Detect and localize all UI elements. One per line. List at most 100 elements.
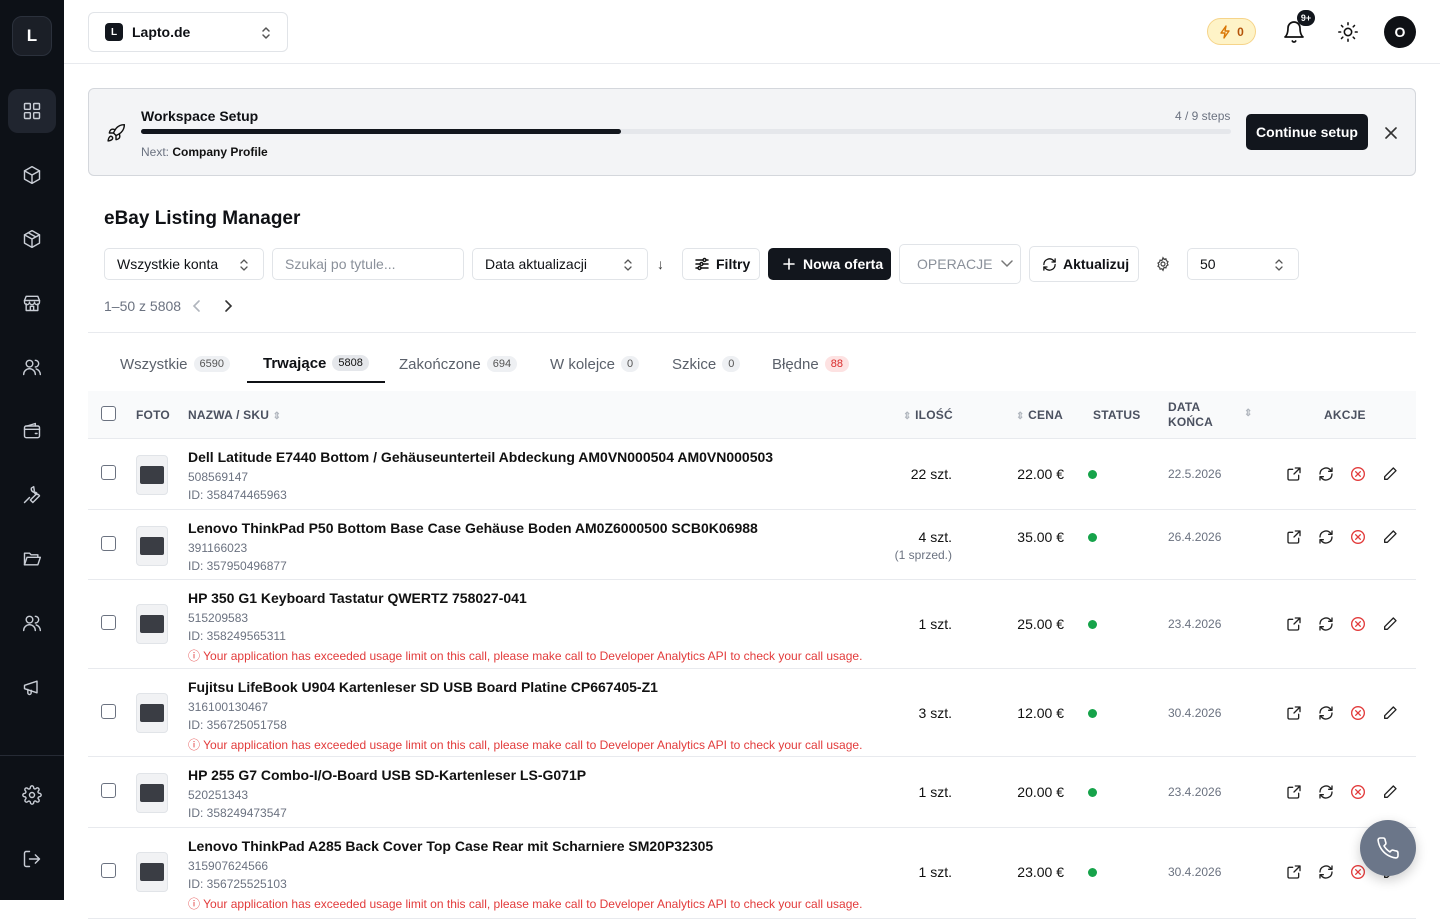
product-image: [140, 863, 164, 881]
tab-w-kolejce[interactable]: W kolejce 0: [534, 345, 655, 383]
sidebar-item-store[interactable]: [8, 281, 56, 325]
open-external-icon[interactable]: [1286, 616, 1302, 632]
table-row[interactable]: HP 350 G1 Keyboard Tastatur QWERTZ 75802…: [88, 581, 1416, 669]
product-title[interactable]: HP 350 G1 Keyboard Tastatur QWERTZ 75802…: [188, 590, 527, 606]
open-external-icon[interactable]: [1286, 466, 1302, 482]
workspace-logo[interactable]: L: [12, 16, 52, 56]
new-offer-button[interactable]: Nowa oferta: [768, 248, 891, 280]
select-all-checkbox[interactable]: [101, 406, 116, 421]
account-filter-select[interactable]: Wszystkie konta: [104, 248, 264, 280]
product-thumbnail[interactable]: [136, 455, 168, 495]
col-end-date-line1: DATA: [1168, 400, 1201, 414]
refresh-icon: [1043, 257, 1056, 271]
open-external-icon[interactable]: [1286, 529, 1302, 545]
product-thumbnail[interactable]: [136, 526, 168, 566]
cancel-icon[interactable]: [1350, 529, 1366, 545]
sidebar-item-dashboard[interactable]: [8, 89, 56, 133]
continue-setup-button[interactable]: Continue setup: [1246, 114, 1368, 150]
product-title[interactable]: Lenovo ThinkPad P50 Bottom Base Case Geh…: [188, 520, 758, 536]
table-row[interactable]: Lenovo ThinkPad A285 Back Cover Top Case…: [88, 829, 1416, 919]
open-external-icon[interactable]: [1286, 864, 1302, 880]
edit-icon[interactable]: [1382, 529, 1398, 545]
product-title[interactable]: Fujitsu LifeBook U904 Kartenleser SD USB…: [188, 679, 658, 695]
product-title[interactable]: Lenovo ThinkPad A285 Back Cover Top Case…: [188, 838, 713, 854]
close-icon[interactable]: [1383, 125, 1399, 141]
col-foto: FOTO: [136, 408, 170, 422]
credits-badge[interactable]: 0: [1207, 18, 1256, 45]
filters-button[interactable]: Filtry: [682, 248, 760, 280]
sort-direction-button[interactable]: ↓: [657, 256, 664, 272]
tab-label: Błędne: [772, 355, 819, 373]
page-size-select[interactable]: 50: [1187, 248, 1299, 280]
row-checkbox[interactable]: [101, 536, 116, 551]
product-title[interactable]: Dell Latitude E7440 Bottom / Gehäuseunte…: [188, 449, 773, 465]
tab-bledne[interactable]: Błędne 88: [756, 345, 865, 383]
table-row[interactable]: Fujitsu LifeBook U904 Kartenleser SD USB…: [88, 670, 1416, 757]
plus-icon: [783, 258, 795, 270]
col-end-date[interactable]: DATA KOŃCA: [1168, 400, 1213, 430]
search-input[interactable]: Szukaj po tytule...: [272, 248, 464, 280]
sidebar-item-inventory[interactable]: [8, 217, 56, 261]
call-support-button[interactable]: [1360, 820, 1416, 876]
tab-trwajace[interactable]: Trwające 5808: [247, 345, 385, 383]
table-row[interactable]: HP 255 G7 Combo-I/O-Board USB SD-Kartenl…: [88, 758, 1416, 828]
product-thumbnail[interactable]: [136, 604, 168, 644]
refresh-icon[interactable]: [1318, 529, 1334, 545]
open-external-icon[interactable]: [1286, 784, 1302, 800]
sun-icon[interactable]: [1337, 21, 1359, 43]
row-checkbox[interactable]: [101, 704, 116, 719]
user-avatar[interactable]: O: [1384, 16, 1416, 48]
row-checkbox[interactable]: [101, 783, 116, 798]
page-title: eBay Listing Manager: [104, 208, 301, 229]
edit-icon[interactable]: [1382, 784, 1398, 800]
tab-szkice[interactable]: Szkice 0: [656, 345, 756, 383]
sidebar-item-files[interactable]: [8, 537, 56, 581]
row-checkbox[interactable]: [101, 615, 116, 630]
product-thumbnail[interactable]: [136, 773, 168, 813]
edit-icon[interactable]: [1382, 616, 1398, 632]
tab-wszystkie[interactable]: Wszystkie 6590: [104, 345, 246, 383]
sidebar-item-team[interactable]: [8, 601, 56, 645]
cancel-icon[interactable]: [1350, 705, 1366, 721]
refresh-icon[interactable]: [1318, 705, 1334, 721]
update-button[interactable]: Aktualizuj: [1029, 246, 1139, 282]
store-selector[interactable]: L Lapto.de: [88, 12, 288, 52]
sidebar-item-products[interactable]: [8, 153, 56, 197]
refresh-icon[interactable]: [1318, 466, 1334, 482]
cancel-icon[interactable]: [1350, 466, 1366, 482]
refresh-icon[interactable]: [1318, 864, 1334, 880]
tab-zakonczone[interactable]: Zakończone 694: [383, 345, 533, 383]
table-row[interactable]: Lenovo ThinkPad P50 Bottom Base Case Geh…: [88, 511, 1416, 580]
row-checkbox[interactable]: [101, 863, 116, 878]
product-thumbnail[interactable]: [136, 693, 168, 733]
cancel-icon[interactable]: [1350, 864, 1366, 880]
chevron-down-icon: [1001, 260, 1014, 268]
end-date: 30.4.2026: [1168, 865, 1222, 879]
gear-icon[interactable]: [1155, 256, 1171, 272]
sidebar-item-logout[interactable]: [8, 837, 56, 881]
open-external-icon[interactable]: [1286, 705, 1302, 721]
col-price[interactable]: ⇕ CENA: [1016, 408, 1063, 422]
edit-icon[interactable]: [1382, 466, 1398, 482]
chevron-left-icon[interactable]: [190, 299, 204, 313]
operations-dropdown[interactable]: OPERACJE: [899, 244, 1021, 284]
sort-field-select[interactable]: Data aktualizacji: [472, 248, 648, 280]
col-name[interactable]: NAZWA / SKU ⇕: [188, 408, 281, 422]
sidebar-item-wallet[interactable]: [8, 409, 56, 453]
table-row[interactable]: Dell Latitude E7440 Bottom / Gehäuseunte…: [88, 440, 1416, 510]
sidebar-item-tools[interactable]: [8, 473, 56, 517]
sidebar-item-customers[interactable]: [8, 345, 56, 389]
product-title[interactable]: HP 255 G7 Combo-I/O-Board USB SD-Kartenl…: [188, 767, 586, 783]
refresh-icon[interactable]: [1318, 784, 1334, 800]
cancel-icon[interactable]: [1350, 616, 1366, 632]
sort-icon[interactable]: ⇕: [1244, 408, 1253, 419]
product-thumbnail[interactable]: [136, 852, 168, 892]
sidebar-item-marketing[interactable]: [8, 665, 56, 709]
chevron-right-icon[interactable]: [221, 299, 235, 313]
row-checkbox[interactable]: [101, 465, 116, 480]
cancel-icon[interactable]: [1350, 784, 1366, 800]
sidebar-item-settings[interactable]: [8, 773, 56, 817]
refresh-icon[interactable]: [1318, 616, 1334, 632]
edit-icon[interactable]: [1382, 705, 1398, 721]
col-qty[interactable]: ⇕ ILOŚĆ: [903, 408, 953, 422]
